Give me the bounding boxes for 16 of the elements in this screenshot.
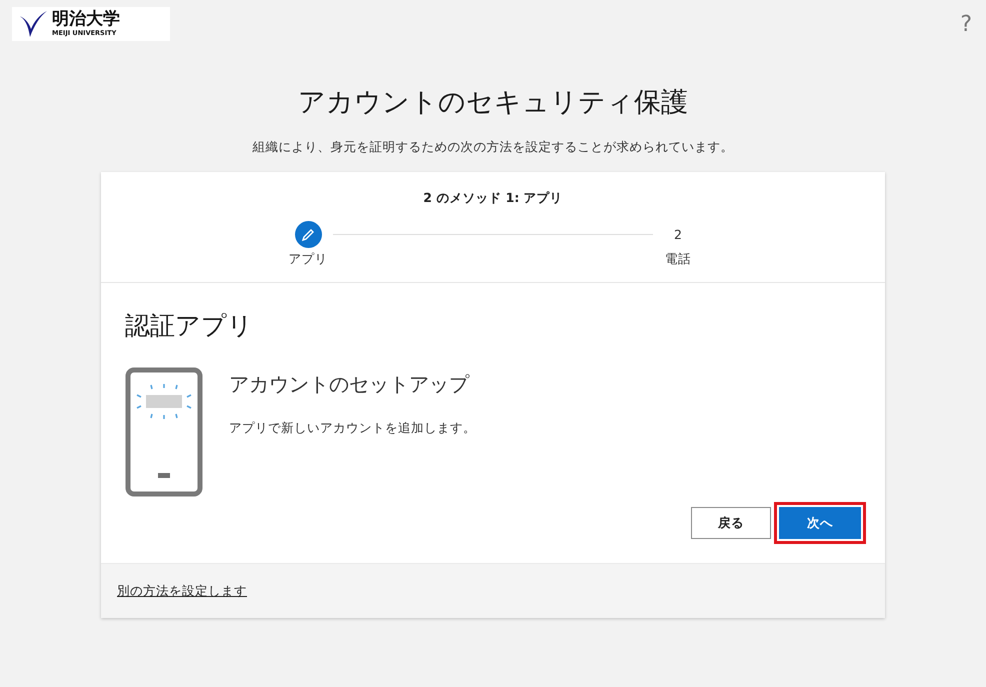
step-number: 2 bbox=[674, 226, 682, 244]
phone-icon bbox=[125, 367, 203, 497]
setup-description: アプリで新しいアカウントを追加します。 bbox=[229, 420, 476, 437]
step-label: 電話 bbox=[665, 251, 691, 268]
next-button[interactable]: 次へ bbox=[779, 507, 861, 539]
setup-title: アカウントのセットアップ bbox=[229, 371, 470, 398]
step-label: アプリ bbox=[288, 251, 328, 268]
back-button[interactable]: 戻る bbox=[691, 507, 771, 539]
section-heading: 認証アプリ bbox=[125, 310, 254, 342]
alternate-method-link[interactable]: 別の方法を設定します bbox=[117, 582, 247, 600]
page-subtitle: 組織により、身元を証明するための次の方法を設定することが求められています。 bbox=[252, 139, 734, 156]
page-title: アカウントのセキュリティ保護 bbox=[298, 86, 688, 120]
logo-text: 明治大学 bbox=[52, 11, 120, 28]
logo-mark-icon bbox=[18, 10, 48, 38]
progress-text: 2 のメソッド 1: アプリ bbox=[423, 190, 563, 207]
help-icon[interactable]: ? bbox=[960, 12, 972, 36]
